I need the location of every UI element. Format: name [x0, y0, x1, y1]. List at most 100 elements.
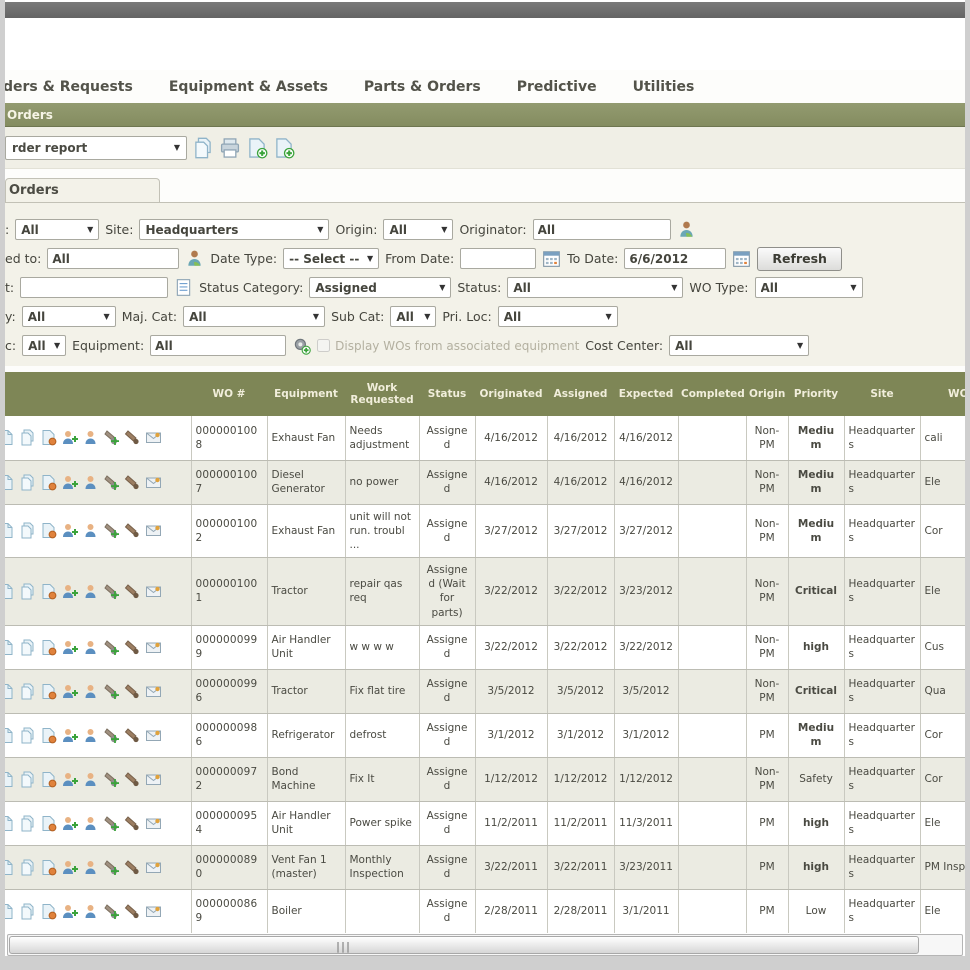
email-wo-icon[interactable] [145, 429, 162, 446]
assign-user-icon[interactable] [61, 903, 78, 920]
user-icon[interactable] [82, 815, 99, 832]
edit-wo-icon[interactable] [40, 771, 57, 788]
user-icon[interactable] [82, 727, 99, 744]
work-order-row[interactable]: 0000000890Vent Fan 1 (master)Monthly Ins… [5, 845, 965, 889]
parts-icon[interactable] [124, 429, 141, 446]
assign-user-icon[interactable] [61, 771, 78, 788]
user-icon[interactable] [82, 639, 99, 656]
print-icon[interactable] [219, 137, 241, 159]
column-header-expected[interactable]: Expected [614, 372, 678, 416]
equipment-lookup-icon[interactable] [292, 336, 311, 355]
edit-wo-icon[interactable] [40, 583, 57, 600]
person-lookup-icon[interactable] [677, 220, 696, 239]
copy-wo-icon[interactable] [19, 815, 36, 832]
column-header-site[interactable]: Site [844, 372, 920, 416]
edit-wo-icon[interactable] [40, 683, 57, 700]
parts-add-icon[interactable] [103, 727, 120, 744]
export-report-icon[interactable] [246, 137, 268, 159]
work-order-row[interactable]: 0000000999Air Handler Unitw w w wAssigne… [5, 625, 965, 669]
copy-wo-icon[interactable] [19, 639, 36, 656]
work-order-row[interactable]: 0000001001Tractorrepair qas reqAssigned … [5, 558, 965, 626]
cost-center-select[interactable]: All▼ [669, 335, 809, 356]
refresh-button[interactable]: Refresh [757, 247, 842, 271]
email-wo-icon[interactable] [145, 683, 162, 700]
copy-wo-icon[interactable] [19, 683, 36, 700]
scrollbar-thumb[interactable]: ||| [9, 936, 919, 954]
wo-doc-icon[interactable] [5, 474, 15, 491]
parts-icon[interactable] [124, 639, 141, 656]
list-lookup-icon[interactable] [174, 278, 193, 297]
to-date-input[interactable] [624, 248, 726, 269]
calendar-icon[interactable] [542, 249, 561, 268]
email-wo-icon[interactable] [145, 522, 162, 539]
date-type-select[interactable]: -- Select --▼ [283, 248, 379, 269]
assigned-to-input[interactable] [47, 248, 179, 269]
parts-icon[interactable] [124, 683, 141, 700]
edit-wo-icon[interactable] [40, 429, 57, 446]
copy-wo-icon[interactable] [19, 583, 36, 600]
email-wo-icon[interactable] [145, 639, 162, 656]
edit-wo-icon[interactable] [40, 859, 57, 876]
assign-user-icon[interactable] [61, 639, 78, 656]
copy-wo-icon[interactable] [19, 859, 36, 876]
email-wo-icon[interactable] [145, 771, 162, 788]
parts-icon[interactable] [124, 474, 141, 491]
column-header-work[interactable]: Work Requested [345, 372, 419, 416]
report-select[interactable]: rder report ▼ [5, 136, 187, 160]
assign-user-icon[interactable] [61, 583, 78, 600]
priority-select[interactable]: All▼ [22, 306, 116, 327]
user-icon[interactable] [82, 903, 99, 920]
copy-wo-icon[interactable] [19, 903, 36, 920]
wo-type-select[interactable]: All▼ [755, 277, 863, 298]
column-header-wotype[interactable]: WO [920, 372, 965, 416]
column-header-originated[interactable]: Originated [475, 372, 547, 416]
work-order-row[interactable]: 0000000986RefrigeratordefrostAssigned3/1… [5, 713, 965, 757]
wo-doc-icon[interactable] [5, 859, 15, 876]
parts-add-icon[interactable] [103, 903, 120, 920]
work-order-row[interactable]: 0000001008Exhaust FanNeeds adjustmentAss… [5, 416, 965, 460]
parts-add-icon[interactable] [103, 474, 120, 491]
wo-doc-icon[interactable] [5, 639, 15, 656]
user-icon[interactable] [82, 474, 99, 491]
user-icon[interactable] [82, 429, 99, 446]
parts-add-icon[interactable] [103, 815, 120, 832]
wo-doc-icon[interactable] [5, 683, 15, 700]
email-wo-icon[interactable] [145, 815, 162, 832]
from-date-input[interactable] [460, 248, 536, 269]
email-wo-icon[interactable] [145, 859, 162, 876]
parts-add-icon[interactable] [103, 522, 120, 539]
assign-user-icon[interactable] [61, 815, 78, 832]
wo-doc-icon[interactable] [5, 771, 15, 788]
parts-icon[interactable] [124, 522, 141, 539]
wo-doc-icon[interactable] [5, 903, 15, 920]
person-lookup-icon[interactable] [185, 249, 204, 268]
assign-user-icon[interactable] [61, 429, 78, 446]
export-report-icon-2[interactable] [273, 137, 295, 159]
email-wo-icon[interactable] [145, 727, 162, 744]
type-select[interactable]: All▼ [15, 219, 99, 240]
parts-icon[interactable] [124, 859, 141, 876]
email-wo-icon[interactable] [145, 583, 162, 600]
edit-wo-icon[interactable] [40, 639, 57, 656]
menu-item-predictive[interactable]: Predictive [517, 79, 597, 95]
column-header-priority[interactable]: Priority [788, 372, 844, 416]
calendar-icon[interactable] [732, 249, 751, 268]
parts-add-icon[interactable] [103, 683, 120, 700]
menu-item-equipment-assets[interactable]: Equipment & Assets [169, 79, 328, 95]
wo-doc-icon[interactable] [5, 727, 15, 744]
copy-wo-icon[interactable] [19, 429, 36, 446]
copy-wo-icon[interactable] [19, 727, 36, 744]
wo-doc-icon[interactable] [5, 815, 15, 832]
email-wo-icon[interactable] [145, 474, 162, 491]
parts-add-icon[interactable] [103, 429, 120, 446]
user-icon[interactable] [82, 583, 99, 600]
edit-wo-icon[interactable] [40, 903, 57, 920]
parts-add-icon[interactable] [103, 859, 120, 876]
originator-input[interactable] [533, 219, 671, 240]
work-order-row[interactable]: 0000001007Diesel Generatorno powerAssign… [5, 460, 965, 504]
column-header-status[interactable]: Status [419, 372, 475, 416]
assign-user-icon[interactable] [61, 474, 78, 491]
parts-icon[interactable] [124, 727, 141, 744]
edit-wo-icon[interactable] [40, 727, 57, 744]
column-header-assigned[interactable]: Assigned [547, 372, 614, 416]
